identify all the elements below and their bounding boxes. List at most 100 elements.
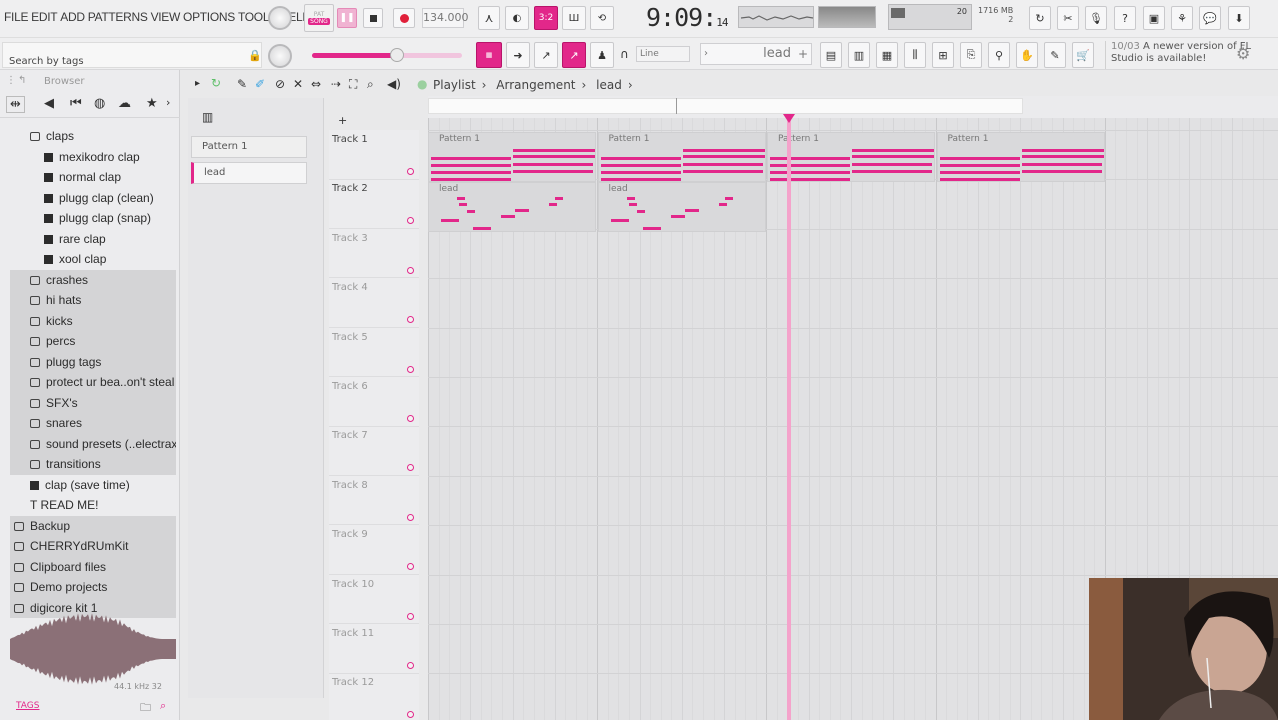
browser-item[interactable]: percs [10,331,176,352]
select-icon[interactable]: ⛶ [349,77,357,92]
pat-song-toggle[interactable]: PAT SONG [304,4,334,32]
snap-tool-button[interactable]: ↗ [562,42,586,68]
browser-item[interactable]: xool clap [10,249,176,270]
download-button[interactable]: ⬇ [1228,6,1250,30]
track-mute-icon[interactable] [407,464,414,472]
browser-item[interactable]: mexikodro clap [10,147,176,168]
playback-icon[interactable]: ◀) [387,77,401,91]
track-header[interactable]: Track 9 [329,525,419,575]
browser-item[interactable]: rare clap [10,229,176,250]
countdown-button[interactable]: 3:2 [534,6,558,30]
browser-menu-icon[interactable]: ⋮ [6,75,16,86]
track-header[interactable]: Track 5 [329,328,419,378]
touch-keyboard-button[interactable]: ✋ [1016,42,1038,68]
pattern-arrow-icon[interactable]: › [704,44,708,64]
track-mute-icon[interactable] [407,711,414,719]
master-volume-knob[interactable] [268,6,292,30]
pattern-clip[interactable]: Pattern 1 [767,132,935,182]
slip-icon[interactable]: ⇔ [311,77,321,91]
browser-item[interactable]: plugg clap (snap) [10,208,176,229]
browser-item[interactable]: T READ ME! [10,495,176,516]
browser-item[interactable]: SFX's [10,392,176,413]
pattern-clip[interactable]: Pattern 1 [428,132,596,182]
track-mute-icon[interactable] [407,513,414,521]
track-mute-icon[interactable] [407,612,414,620]
slice-icon[interactable]: ⇢ [331,77,341,91]
plugin-db-icon[interactable]: ⏮ [70,96,82,111]
pencil-icon[interactable]: ✎ [237,77,247,91]
mic-button[interactable]: 🎙 [1085,6,1107,30]
browser-item[interactable]: crashes [10,269,176,290]
browser-item[interactable]: clap (save time) [10,475,176,496]
help-button[interactable]: ? [1114,6,1136,30]
loop-record-button[interactable]: ⟲ [590,6,614,30]
piano-icon[interactable]: ▥ [202,110,213,124]
zoom-icon[interactable]: ⌕ [367,77,374,92]
browser-item[interactable]: Clipboard files [10,556,176,577]
pattern-add-icon[interactable]: + [798,44,808,64]
collapse-icon[interactable]: ⇹ [6,96,25,113]
pattern-clip[interactable]: lead [428,182,596,232]
browser-item[interactable]: claps [10,126,176,147]
track-header[interactable]: Track 8 [329,476,419,526]
song-position-clock[interactable]: 9:09:14 [646,3,729,32]
speaker-icon[interactable]: ◀ [44,96,54,111]
track-mute-icon[interactable] [407,563,414,571]
track-header[interactable]: Track 7 [329,426,419,476]
menu-patterns[interactable]: PATTERNS [88,10,148,24]
track-mute-icon[interactable] [407,316,414,324]
plugin-button[interactable]: ⚘ [1171,6,1193,30]
plugin-picker-button[interactable]: ⚲ [988,42,1010,68]
gear-icon[interactable]: ⚙ [1236,44,1250,63]
browser-back-icon[interactable]: ↰ [18,75,26,86]
snap-select[interactable]: Line [636,46,690,62]
stamp-tool-button[interactable]: ♟ [590,42,614,68]
history-icon[interactable]: ◍ [94,96,105,111]
track-header[interactable]: Track 2 [329,179,419,229]
wait-input-button[interactable]: ◐ [505,6,529,30]
metronome-button[interactable]: ⋏ [478,6,500,30]
browser-item[interactable]: snares [10,413,176,434]
mute-icon[interactable]: ✕ [293,77,303,91]
arrow-tool-button[interactable]: ➜ [506,42,530,68]
track-header[interactable]: Track 6 [329,377,419,427]
browser-button[interactable]: ⊞ [932,42,954,68]
horizontal-scrollbar[interactable] [428,98,1023,114]
browser-item[interactable]: kicks [10,310,176,331]
browser-item[interactable]: normal clap [10,167,176,188]
brush-icon[interactable]: ✐ [255,77,265,91]
menu-add[interactable]: ADD [60,10,85,24]
track-header[interactable]: Track 12 [329,673,419,720]
mixer-button[interactable]: ⫼ [904,42,926,68]
folder-icon[interactable]: 🗀 [140,699,151,718]
menu-view[interactable]: VIEW [151,10,181,24]
master-pitch-knob[interactable] [268,44,292,68]
menu-file[interactable]: FILE [4,10,28,24]
playhead-marker[interactable] [783,114,795,123]
slide-tool-button[interactable]: ↗ [534,42,558,68]
track-header[interactable]: Track 1 [329,130,419,180]
master-volume-slider[interactable] [312,48,462,62]
browser-item[interactable]: Backup [10,515,176,536]
browser-item[interactable]: sound presets (..electrax...) [10,433,176,454]
breadcrumb-pattern[interactable]: lead [596,78,622,92]
pattern-item-active[interactable]: lead [191,162,307,184]
pattern-item[interactable]: Pattern 1 [191,136,307,158]
browser-item[interactable]: protect ur bea..on't steal it) [10,372,176,393]
browser-item[interactable]: plugg clap (clean) [10,188,176,209]
update-hint[interactable]: 10/03 A newer version of FL Studio is av… [1105,41,1255,69]
track-mute-icon[interactable] [407,662,414,669]
cut-button[interactable]: ✂ [1057,6,1079,30]
pattern-clip[interactable]: Pattern 1 [597,132,766,182]
track-mute-icon[interactable] [407,168,414,175]
browser-item[interactable]: transitions [10,454,176,475]
track-mute-icon[interactable] [407,415,414,422]
playhead[interactable] [787,118,791,720]
playlist-refresh-icon[interactable]: ↻ [211,76,221,90]
track-header[interactable]: Track 3 [329,229,419,279]
breadcrumb-playlist[interactable]: Playlist [433,78,476,92]
browser-item[interactable]: hi hats [10,290,176,311]
browser-item[interactable]: CHERRYdRUmKit [10,536,176,557]
menu-edit[interactable]: EDIT [31,10,57,24]
pattern-clip[interactable]: lead [597,182,766,232]
